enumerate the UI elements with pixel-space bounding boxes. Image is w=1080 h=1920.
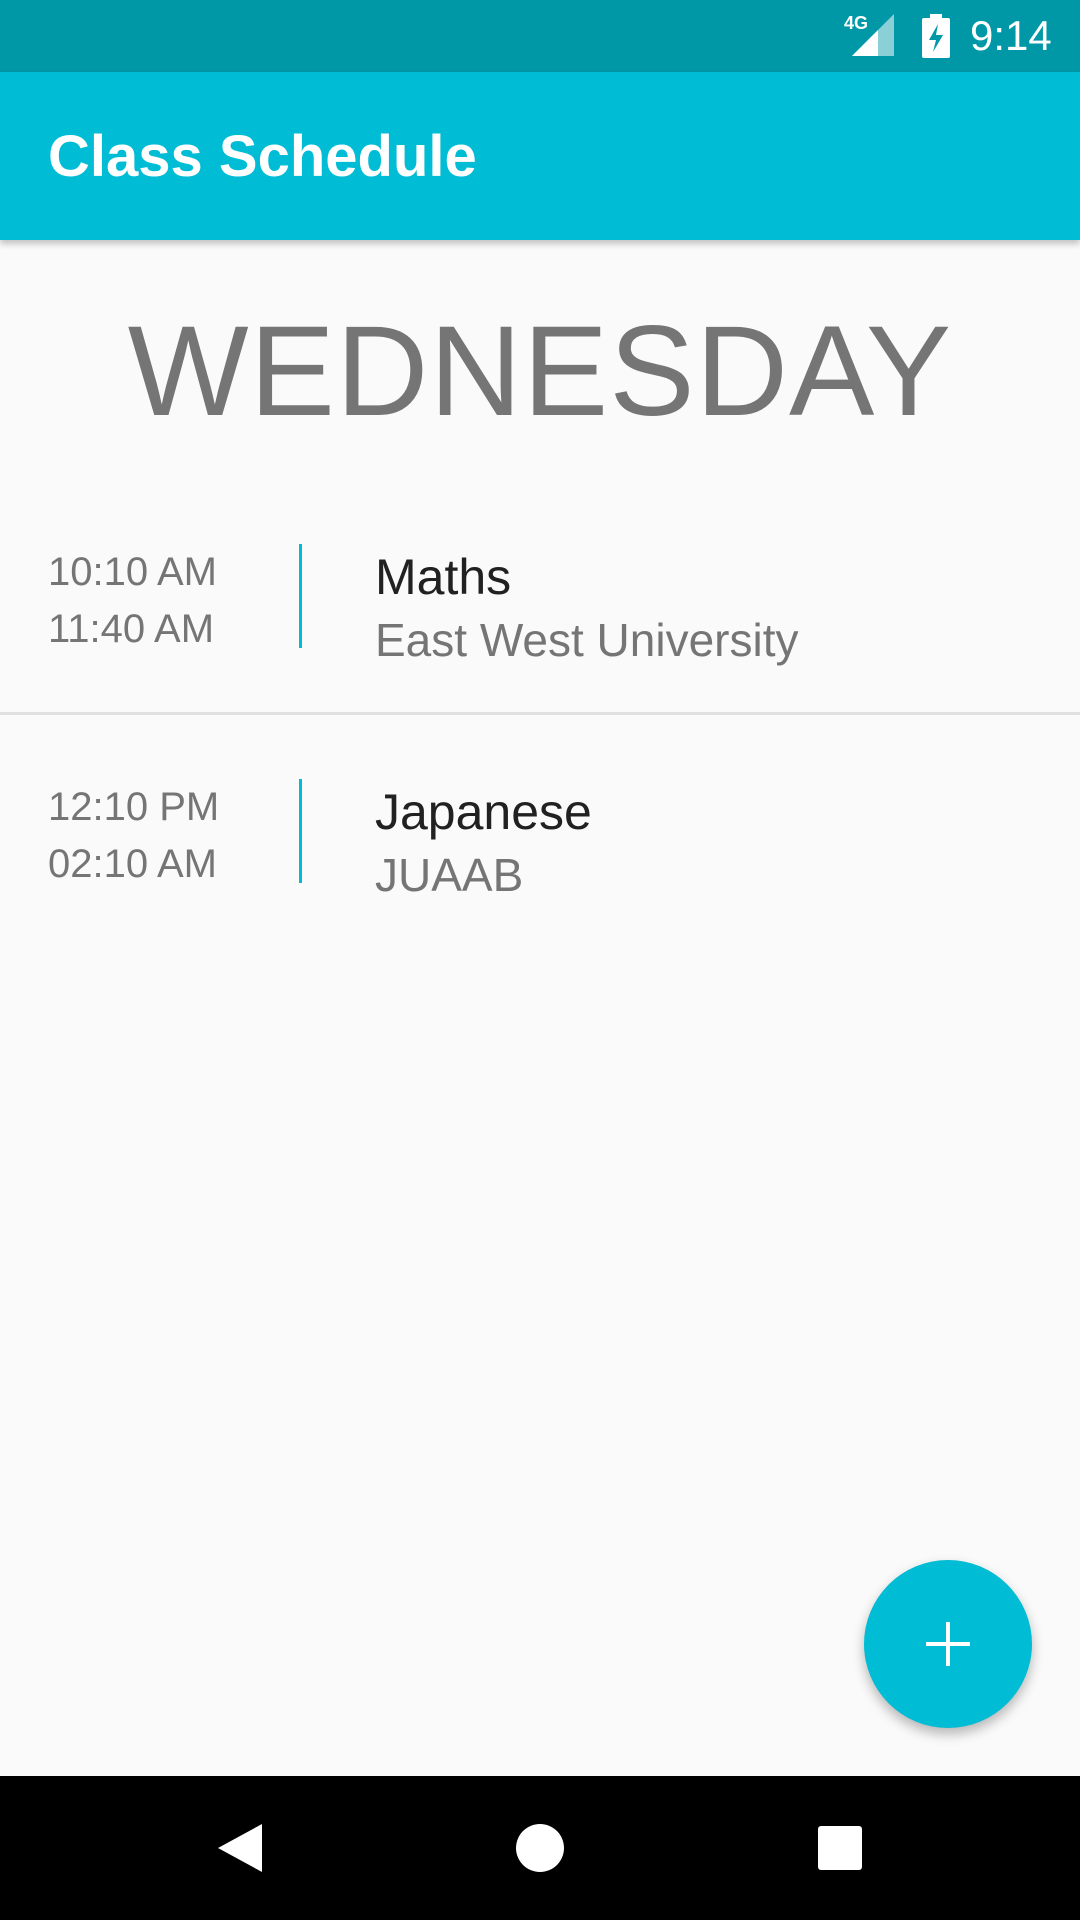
class-end-time: 11:40 AM	[48, 607, 215, 651]
plus-icon	[926, 1622, 970, 1666]
class-time-range: 12:10 PM 02:10 AM	[48, 779, 219, 893]
status-clock: 9:14	[970, 12, 1052, 59]
battery-charging-icon	[922, 14, 950, 58]
network-type-label: 4G	[844, 13, 868, 33]
home-circle-icon[interactable]	[504, 1812, 576, 1884]
add-class-button[interactable]	[864, 1560, 1032, 1728]
time-divider	[299, 779, 302, 883]
class-info: Maths East West University	[375, 546, 798, 672]
navigation-bar	[0, 1776, 1080, 1920]
class-start-time: 10:10 AM	[48, 550, 218, 594]
class-end-time: 02:10 AM	[48, 842, 218, 886]
day-heading: WEDNESDAY	[127, 300, 953, 443]
status-bar: 4G 9:14	[0, 0, 1080, 72]
class-name: Japanese	[375, 784, 592, 840]
app-bar: Class Schedule	[0, 72, 1080, 240]
class-list-item[interactable]: 10:10 AM 11:40 AM Maths East West Univer…	[0, 480, 1080, 715]
class-list-item[interactable]: 12:10 PM 02:10 AM Japanese JUAAB	[0, 715, 1080, 947]
back-triangle-icon[interactable]	[204, 1812, 276, 1884]
app-title: Class Schedule	[48, 124, 477, 189]
class-start-time: 12:10 PM	[48, 785, 220, 829]
class-info: Japanese JUAAB	[375, 781, 592, 907]
time-divider	[299, 544, 302, 648]
class-location: JUAAB	[375, 849, 524, 901]
class-location: East West University	[375, 614, 799, 666]
cellular-signal-icon: 4G	[844, 13, 894, 56]
class-name: Maths	[375, 549, 512, 605]
schedule-content: WEDNESDAY 10:10 AM 11:40 AM Maths East W…	[0, 240, 1080, 1776]
recents-square-icon[interactable]	[804, 1812, 876, 1884]
class-time-range: 10:10 AM 11:40 AM	[48, 544, 217, 658]
